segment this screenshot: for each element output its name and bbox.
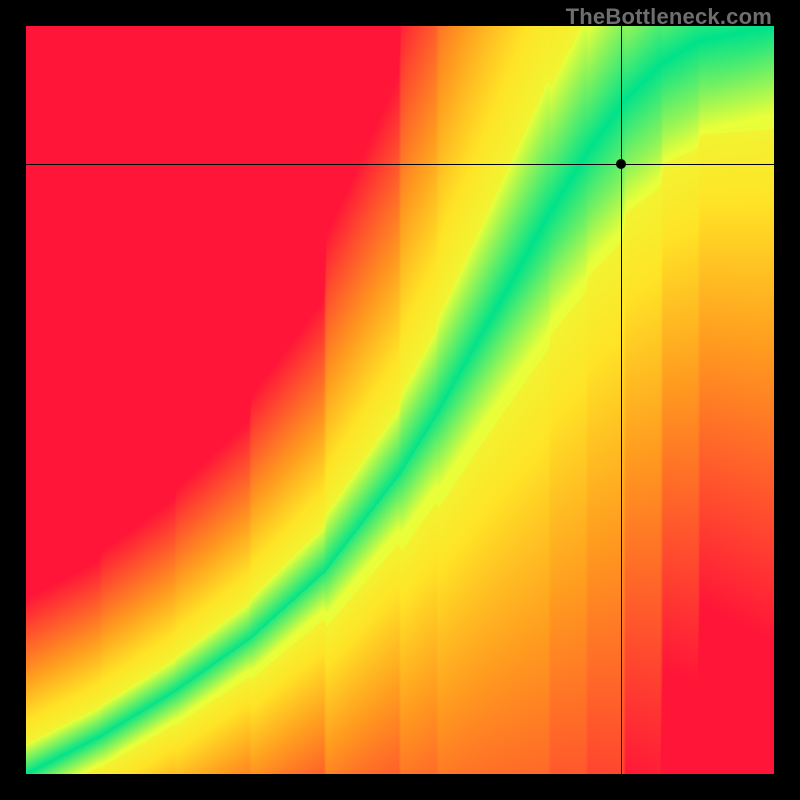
selection-marker[interactable] <box>616 159 626 169</box>
crosshair-vertical <box>621 26 622 774</box>
heatmap-canvas <box>26 26 774 774</box>
crosshair-horizontal <box>26 164 774 165</box>
heatmap-plot <box>26 26 774 774</box>
